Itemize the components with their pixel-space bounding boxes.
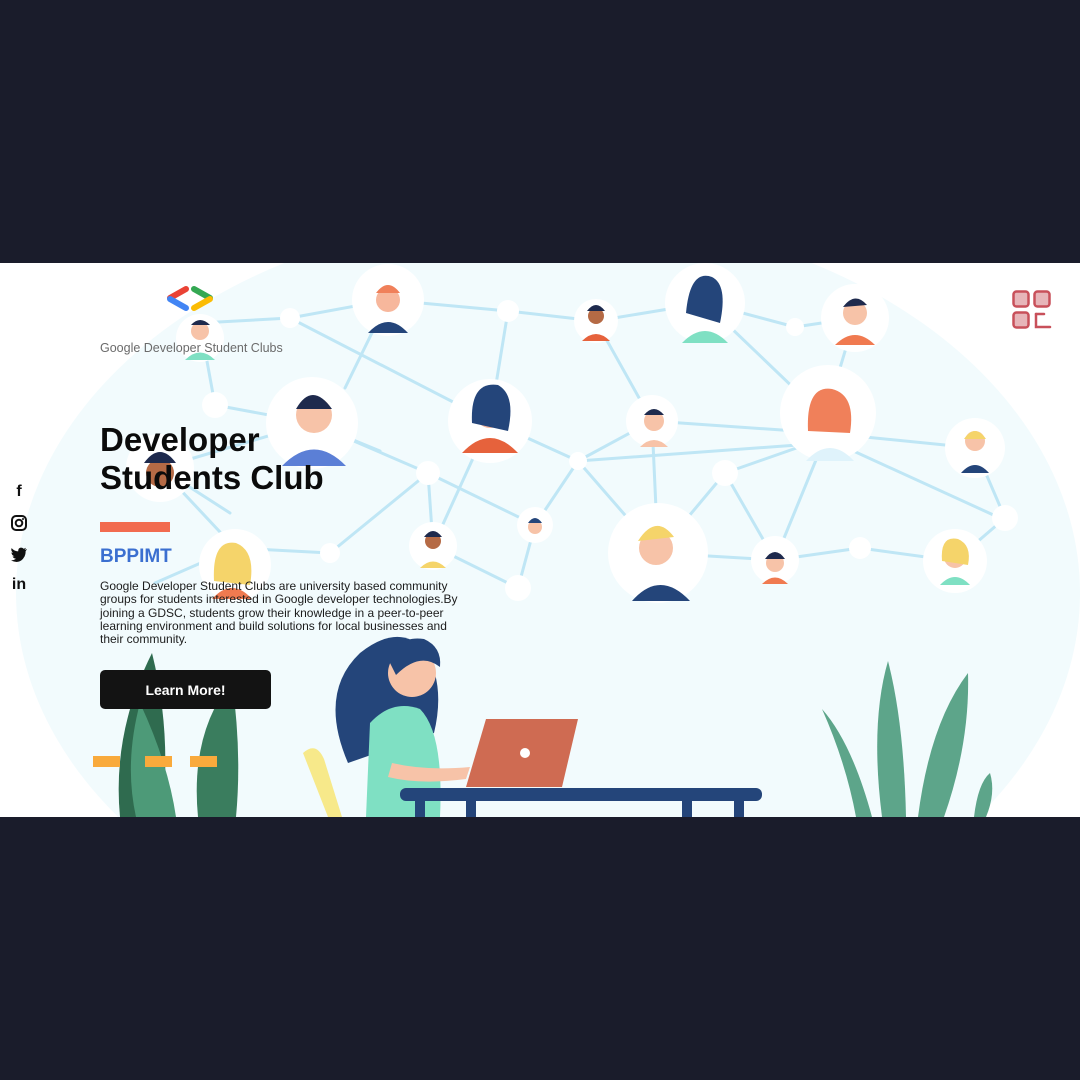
org-name: BPPIMT: [100, 546, 172, 567]
dash-3[interactable]: [190, 756, 217, 767]
hero-frame: Google Developer Student Clubs f in Deve…: [0, 263, 1080, 817]
gdsc-logo[interactable]: Google Developer Student Clubs: [100, 285, 290, 355]
gdsc-brackets-icon: [167, 286, 213, 311]
logo-text: Google Developer Student Clubs: [100, 341, 283, 355]
grid-menu-icon[interactable]: [1012, 290, 1052, 330]
linkedin-icon[interactable]: in: [10, 576, 28, 594]
twitter-icon[interactable]: [10, 545, 28, 563]
page-title: Developer Students Club: [100, 421, 324, 497]
instagram-icon[interactable]: [10, 514, 28, 532]
title-line-2: Students Club: [100, 459, 324, 496]
facebook-icon[interactable]: f: [10, 483, 28, 501]
hero-description: Google Developer Student Clubs are unive…: [100, 579, 458, 647]
dash-2[interactable]: [145, 756, 172, 767]
social-links: f in: [10, 483, 30, 607]
learn-more-button[interactable]: Learn More!: [100, 670, 271, 709]
accent-bar: [100, 522, 170, 532]
dash-1[interactable]: [93, 756, 120, 767]
title-line-1: Developer: [100, 421, 260, 458]
slider-dashes: [93, 756, 223, 767]
